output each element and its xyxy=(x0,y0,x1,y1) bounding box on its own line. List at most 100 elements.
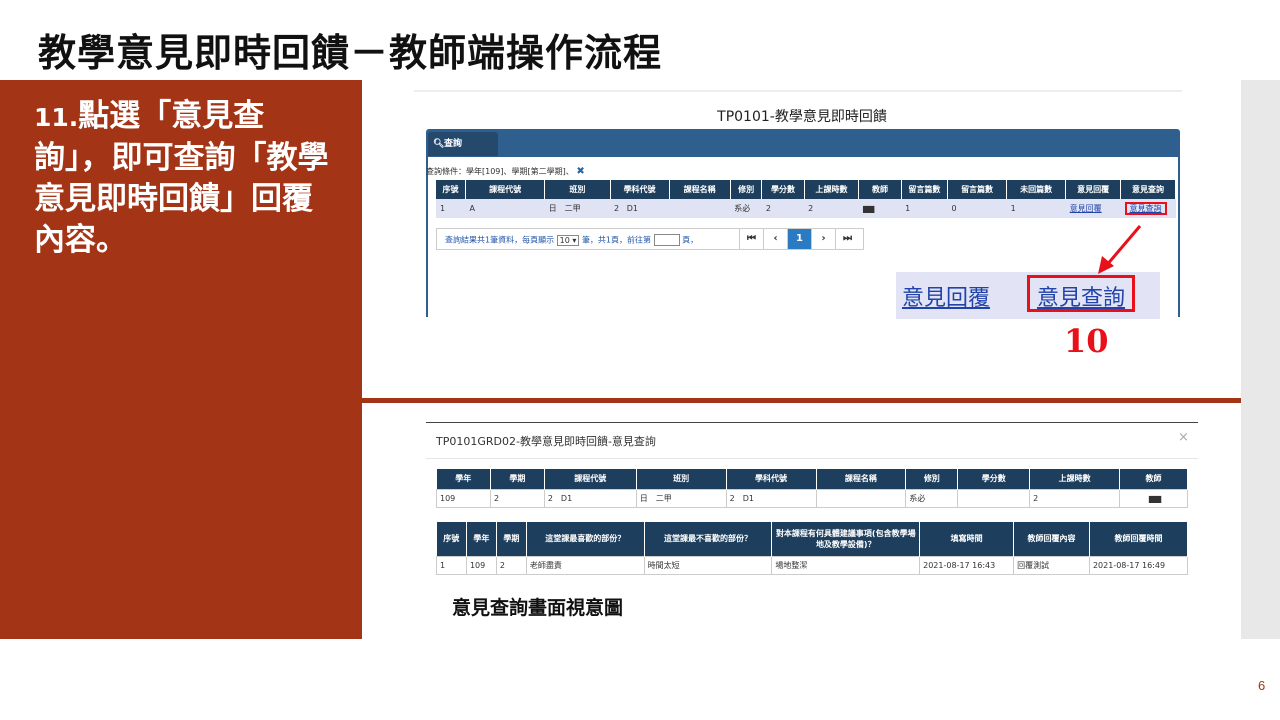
step-text: 點選「意見查詢」，即可查詢「教學意見即時回饋」回覆內容。 xyxy=(34,98,329,258)
clear-condition-icon[interactable]: ✖ xyxy=(576,166,584,177)
col-header: 教師 xyxy=(858,180,902,199)
col-header: 教師回覆時間 xyxy=(1089,522,1189,556)
col-header: 修別 xyxy=(905,469,959,489)
col-header: 學年 xyxy=(436,469,491,489)
course-table: 序號 課程代號 班別 學科代號 課程名稱 修別 學分數 上課時數 教師 留言篇數… xyxy=(436,180,1176,218)
pagination: 查詢結果共1筆資料，每頁顯示 10 ▾ 筆，共1頁，前往第 頁， ⏮ ‹ 1 ›… xyxy=(436,228,864,250)
col-header: 學分數 xyxy=(761,180,805,199)
last-page-button[interactable]: ⏭ xyxy=(835,229,859,249)
prev-page-button[interactable]: ‹ xyxy=(763,229,787,249)
close-icon[interactable]: × xyxy=(1178,430,1189,445)
table-header-row: 學年 學期 課程代號 班別 學科代號 課程名稱 修別 學分數 上課時數 教師 xyxy=(436,469,1188,489)
step-number: 11. xyxy=(34,103,79,132)
cell xyxy=(669,199,731,218)
col-header: 留言篇數 xyxy=(901,180,949,199)
subject-code: D1 xyxy=(626,204,639,213)
col-header: 修別 xyxy=(730,180,763,199)
table-header-row: 序號 學年 學期 這堂課最喜歡的部份？ 這堂課最不喜歡的部份？ 對本課程有何具體… xyxy=(436,522,1189,556)
table-row: 109 2 2 D1 日 二甲 2 D1 系必 2 ▆▆ xyxy=(436,488,1188,508)
course-info-table: 學年 學期 課程代號 班別 學科代號 課程名稱 修別 學分數 上課時數 教師 1… xyxy=(436,469,1188,508)
cell: 109 xyxy=(436,488,491,508)
feedback-detail-screen: TP0101GRD02-教學意見即時回饋-意見查詢 × 學年 學期 課程代號 班… xyxy=(426,422,1198,582)
col-header: 未回篇數 xyxy=(1006,180,1067,199)
col-header: 留言篇數 xyxy=(947,180,1008,199)
col-header: 學年 xyxy=(466,522,497,556)
cell: 1 xyxy=(436,199,466,218)
pagination-text: 查詢結果共1筆資料，每頁顯示 10 ▾ 筆，共1頁，前往第 頁， xyxy=(445,234,698,246)
page-number: 6 xyxy=(1258,678,1266,693)
next-page-button[interactable]: › xyxy=(811,229,835,249)
cell: 回覆測試 xyxy=(1013,555,1090,575)
cell: 意見查詢 xyxy=(1120,199,1176,218)
col-header: 課程代號 xyxy=(544,469,637,489)
col-header: 課程名稱 xyxy=(816,469,907,489)
cell: 1 xyxy=(436,555,467,575)
cell: 2 xyxy=(1029,488,1120,508)
dialog-separator xyxy=(426,458,1198,459)
zoom-feedback-query-link[interactable]: 意見查詢 xyxy=(1027,275,1136,312)
slide-title: 教學意見即時回饋－教師端操作流程 xyxy=(38,31,663,75)
cell: 2021-08-17 16:49 xyxy=(1088,555,1189,575)
annotation-number: 10 xyxy=(1064,322,1109,360)
col-header: 課程代號 xyxy=(465,180,546,199)
red-arrow-icon xyxy=(1098,225,1142,274)
tab-bar: 🔍︎ 查詢 xyxy=(426,129,1180,157)
section-divider xyxy=(362,398,1241,403)
cell: 2 xyxy=(495,555,527,575)
goto-page-input[interactable] xyxy=(653,234,680,246)
search-icon: 🔍︎ xyxy=(433,139,445,149)
col-header: 班別 xyxy=(636,469,727,489)
feedback-reply-link[interactable]: 意見回覆 xyxy=(1070,204,1102,213)
cell: 2 xyxy=(804,199,859,218)
cell: A xyxy=(465,199,545,218)
step-instruction: 11.點選「意見查詢」，即可查詢「教學意見即時回饋」回覆內容。 xyxy=(34,96,334,261)
col-header: 課程名稱 xyxy=(669,180,731,199)
cell: 2021-08-17 16:43 xyxy=(919,555,1015,575)
first-page-button[interactable]: ⏮ xyxy=(739,229,763,249)
col-header: 教師 xyxy=(1119,469,1188,489)
feedback-table: 序號 學年 學期 這堂課最喜歡的部份？ 這堂課最不喜歡的部份？ 對本課程有何具體… xyxy=(436,522,1189,575)
cell: 0 xyxy=(947,199,1007,218)
cell: 日 二甲 xyxy=(635,488,727,508)
pager-suffix: 筆，共1頁，前往第 xyxy=(581,235,652,245)
cell: 場地整潔 xyxy=(771,555,921,575)
cell: 意見回覆 xyxy=(1065,199,1121,218)
cell: 109 xyxy=(465,555,497,575)
top-border xyxy=(426,422,1198,423)
teacher-cell: ▆▆ xyxy=(1119,488,1188,508)
cell xyxy=(957,488,1031,508)
teacher-cell: ▆▆ xyxy=(858,199,902,218)
col-header: 學期 xyxy=(490,469,545,489)
col-header: 填寫時間 xyxy=(919,522,1015,556)
zoom-callout: 意見回覆 意見查詢 xyxy=(896,272,1160,319)
page-1-button[interactable]: 1 xyxy=(787,229,811,249)
feedback-query-link[interactable]: 意見查詢 xyxy=(1124,202,1167,215)
page-size-select[interactable]: 10 ▾ xyxy=(556,234,580,246)
cell: 2 D1 xyxy=(610,199,670,218)
col-header: 上課時數 xyxy=(804,180,860,199)
cell: 日 二甲 xyxy=(544,199,611,218)
col-header: 意見回覆 xyxy=(1065,180,1121,199)
zoom-feedback-reply-link[interactable]: 意見回覆 xyxy=(902,280,990,312)
col-header: 學分數 xyxy=(957,469,1031,489)
step-panel: 11.點選「意見查詢」，即可查詢「教學意見即時回饋」回覆內容。 xyxy=(0,80,362,639)
dialog-title: TP0101GRD02-教學意見即時回饋-意見查詢 xyxy=(436,435,656,448)
col-header: 這堂課最喜歡的部份？ xyxy=(526,522,645,556)
col-header: 教師回覆內容 xyxy=(1013,522,1090,556)
screenshot-caption: 意見查詢畫面視意圖 xyxy=(452,597,624,619)
table-row: 1 A 日 二甲 2 D1 系必 2 2 ▆▆ 1 0 1 意見回覆 意見查詢 xyxy=(436,199,1176,218)
right-margin-bar xyxy=(1241,80,1280,639)
col-header: 對本課程有何具體建議事項(包含教學場地及教學設備)？ xyxy=(771,522,921,556)
cell: 2 D1 xyxy=(543,488,637,508)
pager-prefix: 查詢結果共1筆資料，每頁顯示 xyxy=(445,235,555,245)
col-header: 學科代號 xyxy=(610,180,670,199)
table-row: 1 109 2 老師盡責 時間太短 場地整潔 2021-08-17 16:43 … xyxy=(436,555,1189,575)
top-border xyxy=(414,90,1182,92)
col-header: 學科代號 xyxy=(726,469,817,489)
cell: 2 D1 xyxy=(725,488,817,508)
query-condition: 查詢條件：學年[109]、學期[第二學期]、 ✖ xyxy=(426,166,585,177)
screen-title: TP0101-教學意見即時回饋 xyxy=(717,109,887,125)
tab-query[interactable]: 🔍︎ 查詢 xyxy=(428,132,498,156)
page-size-value: 10 xyxy=(559,235,570,245)
cell: 系必 xyxy=(730,199,762,218)
